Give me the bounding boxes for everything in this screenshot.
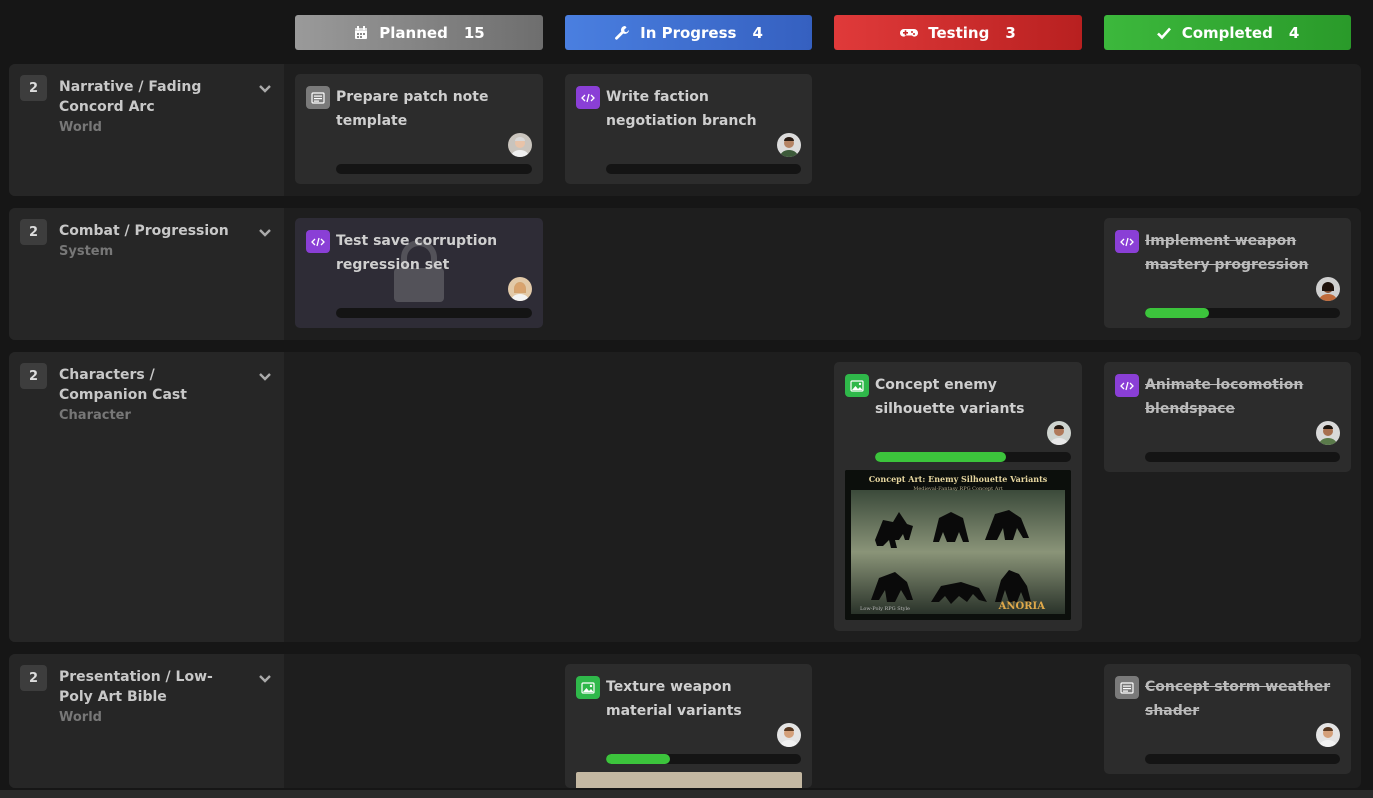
swimlane-title-block: Narrative / Fading Concord Arc World bbox=[59, 77, 229, 138]
progress-fill bbox=[1145, 308, 1210, 318]
thumbnail-subtitle: Medieval-Fantasy RPG Concept Art bbox=[913, 486, 1003, 492]
swimlane-title-block: Presentation / Low-Poly Art Bible World bbox=[59, 667, 229, 728]
swimlane-header: 2 Combat / Progression System bbox=[9, 208, 284, 340]
assignee-avatar[interactable] bbox=[1316, 421, 1340, 445]
assignee-avatar[interactable] bbox=[508, 277, 532, 301]
progress-bar bbox=[875, 452, 1071, 462]
swimlane-title-block: Combat / Progression System bbox=[59, 221, 229, 262]
assignee-avatar[interactable] bbox=[777, 723, 801, 747]
task-card-locked[interactable]: Test save corruption regression set bbox=[295, 218, 543, 328]
task-title: Implement weapon mastery progression bbox=[1145, 233, 1309, 273]
task-title: Concept enemy silhouette variants bbox=[875, 377, 1025, 417]
column-count: 4 bbox=[1288, 23, 1300, 42]
progress-bar bbox=[606, 754, 801, 764]
task-title: Texture weapon material variants bbox=[606, 679, 742, 719]
task-title: Animate locomotion blendspace bbox=[1145, 377, 1304, 417]
column-count: 4 bbox=[752, 23, 763, 42]
progress-bar bbox=[336, 164, 532, 174]
swimlane-category: World bbox=[59, 710, 102, 725]
swimlane-title: Narrative / Fading Concord Arc bbox=[59, 79, 202, 115]
swimlane-count-badge: 2 bbox=[20, 219, 47, 245]
progress-fill bbox=[606, 754, 671, 764]
swimlane-header: 2 Narrative / Fading Concord Arc World bbox=[9, 64, 284, 196]
task-card[interactable]: Prepare patch note template bbox=[295, 74, 543, 184]
swimlane-header: 2 Characters / Companion Cast Character bbox=[9, 352, 284, 642]
column-header-in-progress[interactable]: In Progress 4 bbox=[565, 15, 812, 50]
swimlane-category: Character bbox=[59, 408, 131, 423]
thumbnail-logo: ANORIA bbox=[998, 601, 1045, 612]
task-title: Concept storm weather shader bbox=[1145, 679, 1331, 719]
swimlane-header: 2 Presentation / Low-Poly Art Bible Worl… bbox=[9, 654, 284, 788]
chevron-down-icon[interactable] bbox=[257, 670, 273, 686]
check-icon bbox=[1156, 25, 1172, 41]
swimlane-title-block: Characters / Companion Cast Character bbox=[59, 365, 229, 426]
chevron-down-icon[interactable] bbox=[257, 368, 273, 384]
progress-bar bbox=[336, 308, 532, 318]
column-count: 3 bbox=[1005, 23, 1016, 42]
progress-bar bbox=[1145, 452, 1340, 462]
column-label: In Progress bbox=[640, 23, 737, 42]
swimlane-title: Combat / Progression bbox=[59, 223, 229, 239]
attachment-thumbnail[interactable]: Concept Art: Enemy Silhouette Variants M… bbox=[845, 470, 1071, 620]
wrench-icon bbox=[614, 25, 630, 41]
task-card[interactable]: Concept enemy silhouette variants Concep… bbox=[834, 362, 1082, 631]
assignee-avatar[interactable] bbox=[1316, 723, 1340, 747]
task-card[interactable]: Texture weapon material variants bbox=[565, 664, 812, 788]
code-icon bbox=[1115, 374, 1139, 397]
image-icon bbox=[576, 676, 600, 699]
task-title: Prepare patch note template bbox=[336, 89, 489, 129]
column-label: Planned bbox=[379, 23, 448, 42]
swimlane-count-badge: 2 bbox=[20, 75, 47, 101]
swimlane-category: System bbox=[59, 244, 114, 259]
document-icon bbox=[306, 86, 330, 109]
assignee-avatar[interactable] bbox=[1316, 277, 1340, 301]
code-icon bbox=[576, 86, 600, 109]
task-card[interactable]: Concept storm weather shader bbox=[1104, 664, 1351, 774]
task-title: Test save corruption regression set bbox=[336, 233, 498, 273]
calendar-icon bbox=[353, 25, 369, 41]
task-title: Write faction negotiation branch bbox=[606, 89, 757, 129]
progress-bar bbox=[606, 164, 801, 174]
attachment-thumbnail[interactable] bbox=[576, 772, 802, 788]
column-header-completed[interactable]: Completed 4 bbox=[1104, 15, 1351, 50]
swimlane-title: Presentation / Low-Poly Art Bible bbox=[59, 669, 213, 705]
thumbnail-caption: Low-Poly RPG Style bbox=[860, 606, 911, 612]
column-label: Testing bbox=[928, 23, 990, 42]
chevron-down-icon[interactable] bbox=[257, 80, 273, 96]
assignee-avatar[interactable] bbox=[1047, 421, 1071, 445]
swimlane-count-badge: 2 bbox=[20, 363, 47, 389]
swimlane-title: Characters / Companion Cast bbox=[59, 367, 187, 403]
task-card[interactable]: Write faction negotiation branch bbox=[565, 74, 812, 184]
column-label: Completed bbox=[1181, 23, 1273, 42]
assignee-avatar[interactable] bbox=[508, 133, 532, 157]
chevron-down-icon[interactable] bbox=[257, 224, 273, 240]
column-header-planned[interactable]: Planned 15 bbox=[295, 15, 543, 50]
progress-bar bbox=[1145, 308, 1340, 318]
assignee-avatar[interactable] bbox=[777, 133, 801, 157]
horizontal-scrollbar[interactable] bbox=[0, 790, 1373, 798]
document-icon bbox=[1115, 676, 1139, 699]
image-icon bbox=[845, 374, 869, 397]
column-header-testing[interactable]: Testing 3 bbox=[834, 15, 1082, 50]
thumbnail-title: Concept Art: Enemy Silhouette Variants bbox=[868, 474, 1048, 484]
code-icon bbox=[1115, 230, 1139, 253]
column-count: 15 bbox=[463, 23, 485, 42]
progress-bar bbox=[1145, 754, 1340, 764]
task-card[interactable]: Animate locomotion blendspace bbox=[1104, 362, 1351, 472]
gamepad-icon bbox=[900, 25, 919, 41]
progress-fill bbox=[875, 452, 1007, 462]
task-card[interactable]: Implement weapon mastery progression bbox=[1104, 218, 1351, 328]
swimlane-count-badge: 2 bbox=[20, 665, 47, 691]
swimlane-category: World bbox=[59, 120, 102, 135]
code-icon bbox=[306, 230, 330, 253]
